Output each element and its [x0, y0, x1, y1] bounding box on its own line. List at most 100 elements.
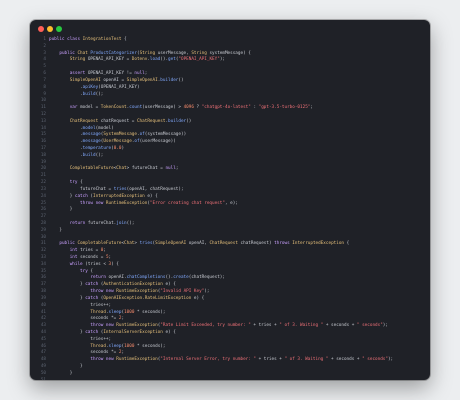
code-token: int: [69, 248, 81, 254]
code-line: 8 .apiKey(OPENAI_API_KEY): [30, 85, 430, 92]
code-token: > futureChat =: [126, 166, 166, 172]
line-code: CompletableFuture<Chat> futureChat = nul…: [49, 166, 179, 173]
line-code: throw new RuntimeException("Rate Limit E…: [49, 323, 388, 330]
line-code: }: [49, 207, 73, 214]
code-token: ;: [144, 71, 148, 77]
line-number: 1: [43, 37, 46, 42]
code-token: tries++;: [49, 336, 112, 342]
line-code: return futureChat.join();: [49, 220, 135, 228]
line-number: 43: [40, 323, 46, 329]
code-token: (openAI, chatRequest);: [126, 186, 184, 192]
code-line: 28 return futureChat.join();: [30, 221, 430, 228]
code-token: Thread: [90, 343, 106, 349]
code-token: {: [344, 241, 350, 247]
code-token: }: [49, 364, 83, 369]
code-token: {: [80, 180, 83, 186]
line-number: 24: [40, 193, 46, 199]
code-token: + seconds +: [328, 357, 363, 363]
code-editor-window: 1 public class IntegrationTest {2 3 public…: [30, 20, 430, 380]
code-token: e) {: [147, 193, 158, 199]
code-token: InterruptedException: [93, 193, 148, 199]
code-token: return: [69, 220, 88, 226]
code-line: 13 ChatRequest chatRequest = ChatRequest…: [30, 119, 430, 126]
code-line: 22 try {: [30, 180, 430, 187]
code-token: }: [49, 282, 86, 288]
code-token: ChatRequest: [136, 118, 166, 124]
code-token: ) {: [111, 261, 119, 267]
minimize-window-icon[interactable]: [47, 26, 53, 32]
line-code: throw new RuntimeException("Invalid API …: [49, 289, 209, 296]
code-token: tries: [113, 186, 127, 192]
code-line: 6 assert OPENAI_API_KEY != null;: [30, 71, 430, 78]
line-code: tries++;: [49, 303, 111, 310]
code-line: 23 futureChat = tries(openAI, chatReques…: [30, 187, 430, 194]
code-line: 7 SimpleOpenAI openAI = SimpleOpenAI.bui…: [30, 78, 430, 85]
code-token: }: [49, 193, 75, 199]
code-line: 17 .temperature(0.0): [30, 146, 430, 153]
code-token: return: [90, 275, 109, 281]
code-token: }: [49, 295, 86, 301]
code-line: 44 } catch (InternalServerException e) {: [30, 330, 430, 337]
code-token: String: [69, 57, 88, 63]
line-number: 16: [40, 139, 46, 145]
line-number: 40: [40, 302, 46, 308]
line-number: 8: [43, 84, 46, 90]
code-line: 40 tries++;: [30, 303, 430, 310]
code-token: tries =: [80, 248, 101, 254]
code-token: seconds *=: [49, 316, 119, 322]
code-token: }: [49, 329, 86, 335]
line-code: assert OPENAI_API_KEY != null;: [49, 71, 148, 78]
line-number: 29: [40, 227, 46, 233]
code-token: + seconds +: [323, 323, 357, 329]
code-token: (): [178, 77, 184, 83]
code-token: model: [82, 125, 96, 131]
code-token: CompletableFuture: [69, 166, 114, 172]
line-number: 17: [40, 146, 46, 151]
code-line: 50 }: [30, 371, 430, 378]
code-token: String: [139, 50, 158, 56]
code-token: catch: [74, 193, 91, 199]
code-token: openAI.: [108, 275, 127, 281]
code-token: " of 3. Waiting ": [284, 357, 329, 363]
code-token: ().: [160, 57, 169, 63]
code-token: ChatRequest: [69, 118, 101, 124]
code-token: builder: [168, 118, 187, 124]
code-token: assert: [69, 71, 88, 77]
line-code: throw new RuntimeException("Internal Ser…: [49, 357, 393, 364]
code-token: {: [90, 268, 93, 274]
code-token: (model): [95, 125, 114, 131]
code-token: " of 3. Waiting ": [279, 323, 324, 329]
code-token: .: [49, 91, 83, 97]
line-code: .temperature(0.0): [49, 146, 124, 153]
code-token: userMessage,: [157, 50, 192, 56]
code-token: ();: [126, 220, 135, 226]
code-token: throw new: [80, 200, 106, 206]
code-line: 25 throw new RuntimeException("Error cre…: [30, 201, 430, 208]
line-number: 32: [40, 248, 46, 254]
code-token: catch: [85, 282, 101, 288]
code-token: Thread: [90, 309, 106, 315]
code-token: ProductCategorizer: [90, 50, 137, 56]
code-token: RuntimeException: [116, 357, 158, 363]
code-token: "Invalid API Key": [160, 289, 205, 295]
code-token: 1000: [124, 309, 135, 315]
code-token: ;: [175, 166, 179, 172]
code-token: count: [129, 105, 143, 111]
code-line: 1 public class IntegrationTest {: [30, 37, 430, 44]
code-token: InterruptedException: [292, 241, 345, 247]
code-token: "Internal Server Error, try number: ": [160, 357, 256, 363]
code-token: Chat: [124, 241, 135, 247]
close-window-icon[interactable]: [38, 26, 44, 32]
code-token: (chatRequest);: [188, 275, 225, 281]
code-token: openAI,: [188, 241, 210, 247]
zoom-window-icon[interactable]: [56, 26, 62, 32]
code-token: catch: [85, 329, 101, 335]
code-token: .: [49, 139, 83, 145]
code-line: 27: [30, 214, 430, 221]
line-code: tries++;: [49, 337, 111, 344]
